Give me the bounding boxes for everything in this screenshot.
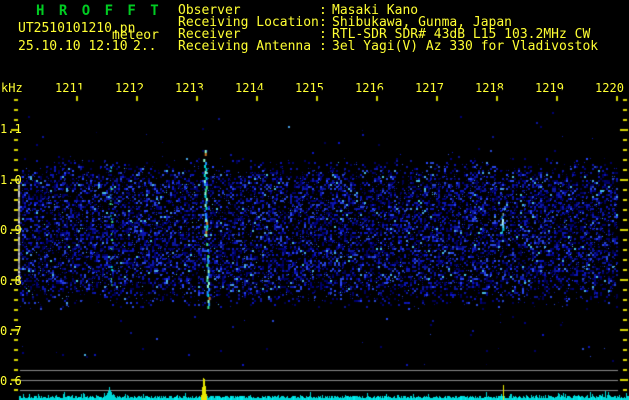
station-info: Observer: Masaki Kano Receiving Location:…: [178, 4, 599, 54]
time-label: 1213: [175, 81, 204, 95]
time-label: 1218: [475, 81, 504, 95]
time-label: 1216: [355, 81, 384, 95]
time-label: 1214: [235, 81, 264, 95]
time-label: 1217: [415, 81, 444, 95]
app-title: H R O F F T: [36, 3, 162, 19]
timestamp: 25.10.10 12:10: [18, 39, 128, 54]
freq-label: 0.7: [0, 324, 22, 338]
time-label: 1220: [595, 81, 624, 95]
separator: :: [319, 39, 327, 54]
freq-axis-unit: kHz: [1, 81, 23, 95]
freq-label: 0.6: [0, 374, 22, 388]
freq-label: 0.8: [0, 274, 22, 288]
freq-label: 1.1: [0, 122, 22, 136]
antenna-label: Receiving Antenna: [178, 39, 312, 54]
time-label: 1219: [535, 81, 564, 95]
spectrogram-canvas: [0, 0, 629, 400]
freq-label: 1.0: [0, 173, 22, 187]
freq-label: 0.9: [0, 223, 22, 237]
info-row-antenna: Receiving Antenna:3el Yagi(V) Az 330 for…: [178, 39, 599, 54]
time-label: 1212: [115, 81, 144, 95]
antenna-value: 3el Yagi(V) Az 330 for Vladivostok: [332, 39, 599, 54]
time-label: 1211: [55, 81, 84, 95]
echo-counter: 2..: [133, 39, 157, 54]
time-label: 1215: [295, 81, 324, 95]
